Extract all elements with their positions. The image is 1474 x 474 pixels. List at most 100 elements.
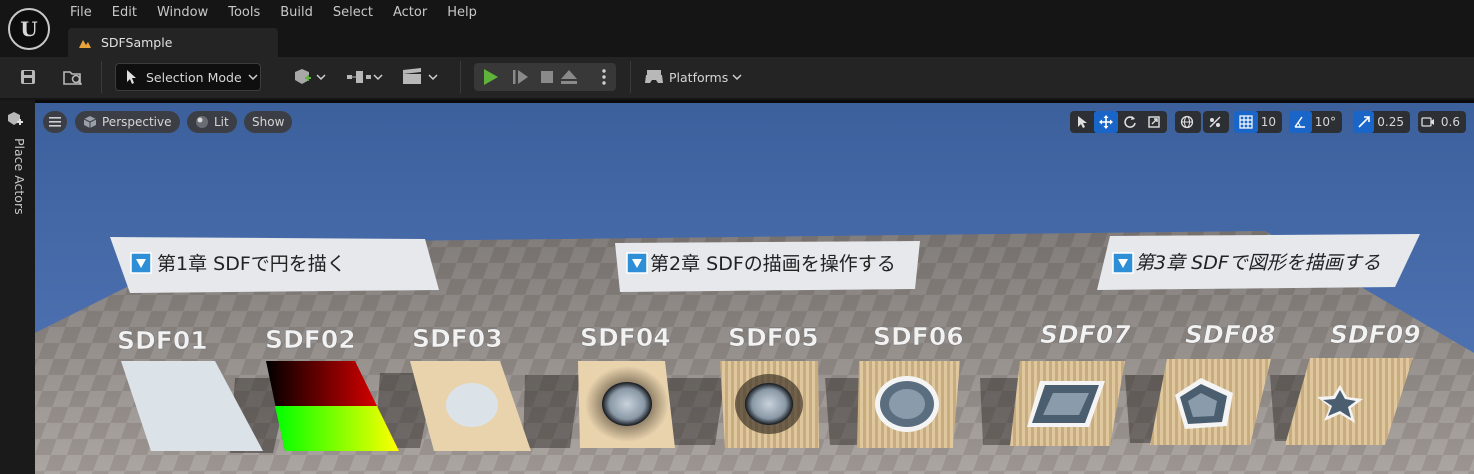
clapperboard-icon bbox=[403, 68, 438, 84]
menu-actor[interactable]: Actor bbox=[383, 4, 437, 22]
menu-tools[interactable]: Tools bbox=[218, 4, 270, 22]
lit-button[interactable]: Lit bbox=[187, 111, 237, 133]
add-actor-icon bbox=[295, 69, 326, 84]
more-options-icon[interactable] bbox=[602, 69, 606, 85]
sample-label-sdf08: SDF08 bbox=[1185, 320, 1276, 349]
transform-tools bbox=[1070, 111, 1167, 133]
document-tab[interactable]: SDFSample bbox=[68, 28, 278, 57]
platforms-label: Platforms bbox=[669, 69, 729, 85]
platforms-dropdown[interactable]: Platforms bbox=[644, 63, 744, 91]
sample-label-sdf05: SDF05 bbox=[728, 323, 819, 352]
cursor-icon bbox=[127, 70, 136, 84]
menu-edit[interactable]: Edit bbox=[102, 4, 147, 22]
main-toolbar: Selection Mode Platforms bbox=[0, 57, 1474, 98]
grid-snap-control[interactable]: 10 bbox=[1234, 111, 1282, 133]
show-button[interactable]: Show bbox=[244, 111, 293, 133]
surface-snapping-button[interactable] bbox=[1203, 111, 1229, 133]
sample-label-sdf03: SDF03 bbox=[412, 324, 503, 353]
show-label: Show bbox=[252, 115, 285, 129]
rotation-snap-value: 10° bbox=[1314, 115, 1336, 129]
sample-label-sdf07: SDF07 bbox=[1040, 320, 1131, 349]
sample-label-sdf01: SDF01 bbox=[117, 326, 208, 355]
menu-window[interactable]: Window bbox=[147, 4, 218, 22]
chevron-down-icon bbox=[248, 74, 258, 81]
select-tool-button[interactable] bbox=[1070, 111, 1094, 133]
menu-bar: File Edit Window Tools Build Select Acto… bbox=[60, 4, 487, 22]
move-arrows-icon bbox=[1099, 115, 1113, 129]
chapter-board-2[interactable]: 第2章 SDFの描画を操作する bbox=[615, 241, 920, 292]
chapter-title-3: 第3章 SDFで図形を描画する bbox=[1135, 252, 1381, 274]
level-icon bbox=[79, 39, 91, 48]
blueprints-button[interactable] bbox=[345, 63, 385, 91]
sample-card-sdf05[interactable] bbox=[720, 361, 819, 448]
cursor-icon bbox=[1078, 116, 1087, 128]
scale-snap-value: 0.25 bbox=[1377, 115, 1404, 129]
sample-card-sdf04[interactable] bbox=[578, 361, 675, 448]
level-viewport[interactable]: 第1章 SDFで円を描く 第2章 SDFの描画を操作する 第3章 SDFで図形を… bbox=[35, 100, 1474, 474]
scale-tool-button[interactable] bbox=[1142, 111, 1166, 133]
hamburger-menu-icon bbox=[49, 117, 61, 127]
selection-mode-label: Selection Mode bbox=[146, 69, 242, 85]
place-actors-icon bbox=[8, 112, 23, 125]
sample-label-sdf09: SDF09 bbox=[1330, 320, 1421, 349]
perspective-button[interactable]: Perspective bbox=[75, 111, 180, 133]
scale-snap-control[interactable]: 0.25 bbox=[1353, 111, 1410, 133]
scale-icon bbox=[1148, 116, 1160, 128]
toolbar-separator bbox=[460, 61, 461, 93]
menu-help[interactable]: Help bbox=[437, 4, 487, 22]
step-icon[interactable] bbox=[513, 70, 528, 84]
world-local-toggle[interactable] bbox=[1175, 111, 1201, 133]
camera-speed-value: 0.6 bbox=[1440, 115, 1460, 129]
viewport-menu-button[interactable] bbox=[43, 111, 67, 133]
chapter-title-2: 第2章 SDFの描画を操作する bbox=[650, 253, 896, 275]
sample-card-sdf07[interactable] bbox=[1010, 361, 1125, 446]
rotate-icon bbox=[1124, 116, 1136, 128]
globe-icon bbox=[1180, 115, 1194, 129]
rotation-snap-control[interactable]: 10° bbox=[1289, 111, 1342, 133]
camera-speed-control[interactable]: 0.6 bbox=[1418, 111, 1466, 133]
chapter-board-3[interactable]: 第3章 SDFで図形を描画する bbox=[1097, 234, 1420, 290]
play-icon[interactable] bbox=[484, 69, 498, 85]
sample-label-sdf02: SDF02 bbox=[265, 325, 356, 354]
eject-icon[interactable] bbox=[561, 70, 577, 84]
sample-card-sdf06[interactable] bbox=[857, 361, 960, 448]
cube-icon bbox=[83, 116, 97, 128]
chapter-board-1[interactable]: 第1章 SDFで円を描く bbox=[110, 237, 439, 293]
sample-card-sdf08[interactable] bbox=[1150, 359, 1271, 445]
lit-sphere-icon bbox=[196, 116, 208, 128]
selection-mode-dropdown[interactable]: Selection Mode bbox=[115, 63, 261, 91]
chevron-down-icon bbox=[732, 74, 742, 81]
save-button[interactable] bbox=[14, 63, 42, 91]
place-actors-tab[interactable]: Place Actors bbox=[6, 110, 30, 220]
blueprint-icon bbox=[347, 71, 383, 83]
camera-icon bbox=[1421, 117, 1434, 127]
toolbar-separator bbox=[630, 61, 631, 93]
sample-label-sdf06: SDF06 bbox=[873, 322, 964, 351]
title-bar: U File Edit Window Tools Build Select Ac… bbox=[0, 0, 1474, 57]
menu-build[interactable]: Build bbox=[270, 4, 323, 22]
move-tool-button[interactable] bbox=[1094, 111, 1118, 133]
play-controls bbox=[474, 63, 616, 91]
chapter-title-1: 第1章 SDFで円を描く bbox=[157, 253, 346, 275]
cinematics-button[interactable] bbox=[400, 63, 440, 91]
menu-select[interactable]: Select bbox=[323, 4, 383, 22]
surface-snap-icon bbox=[1209, 116, 1221, 128]
rotate-tool-button[interactable] bbox=[1118, 111, 1142, 133]
grid-snap-value: 10 bbox=[1260, 115, 1276, 129]
angle-icon bbox=[1294, 116, 1306, 128]
toolbar-separator bbox=[101, 61, 102, 93]
gamepad-icon bbox=[645, 70, 663, 83]
add-actor-button[interactable] bbox=[290, 63, 330, 91]
save-icon bbox=[21, 70, 35, 84]
sample-label-sdf04: SDF04 bbox=[580, 323, 671, 352]
stop-icon[interactable] bbox=[541, 71, 553, 83]
left-panel-rail: Place Actors bbox=[0, 100, 35, 474]
grid-icon bbox=[1239, 115, 1253, 129]
unreal-logo-icon[interactable]: U bbox=[8, 8, 50, 50]
perspective-label: Perspective bbox=[102, 115, 172, 129]
menu-file[interactable]: File bbox=[60, 4, 102, 22]
browse-button[interactable] bbox=[58, 63, 88, 91]
scene-render: 第1章 SDFで円を描く 第2章 SDFの描画を操作する 第3章 SDFで図形を… bbox=[35, 231, 1474, 474]
place-actors-label: Place Actors bbox=[12, 138, 27, 215]
document-tab-label: SDFSample bbox=[101, 35, 173, 50]
